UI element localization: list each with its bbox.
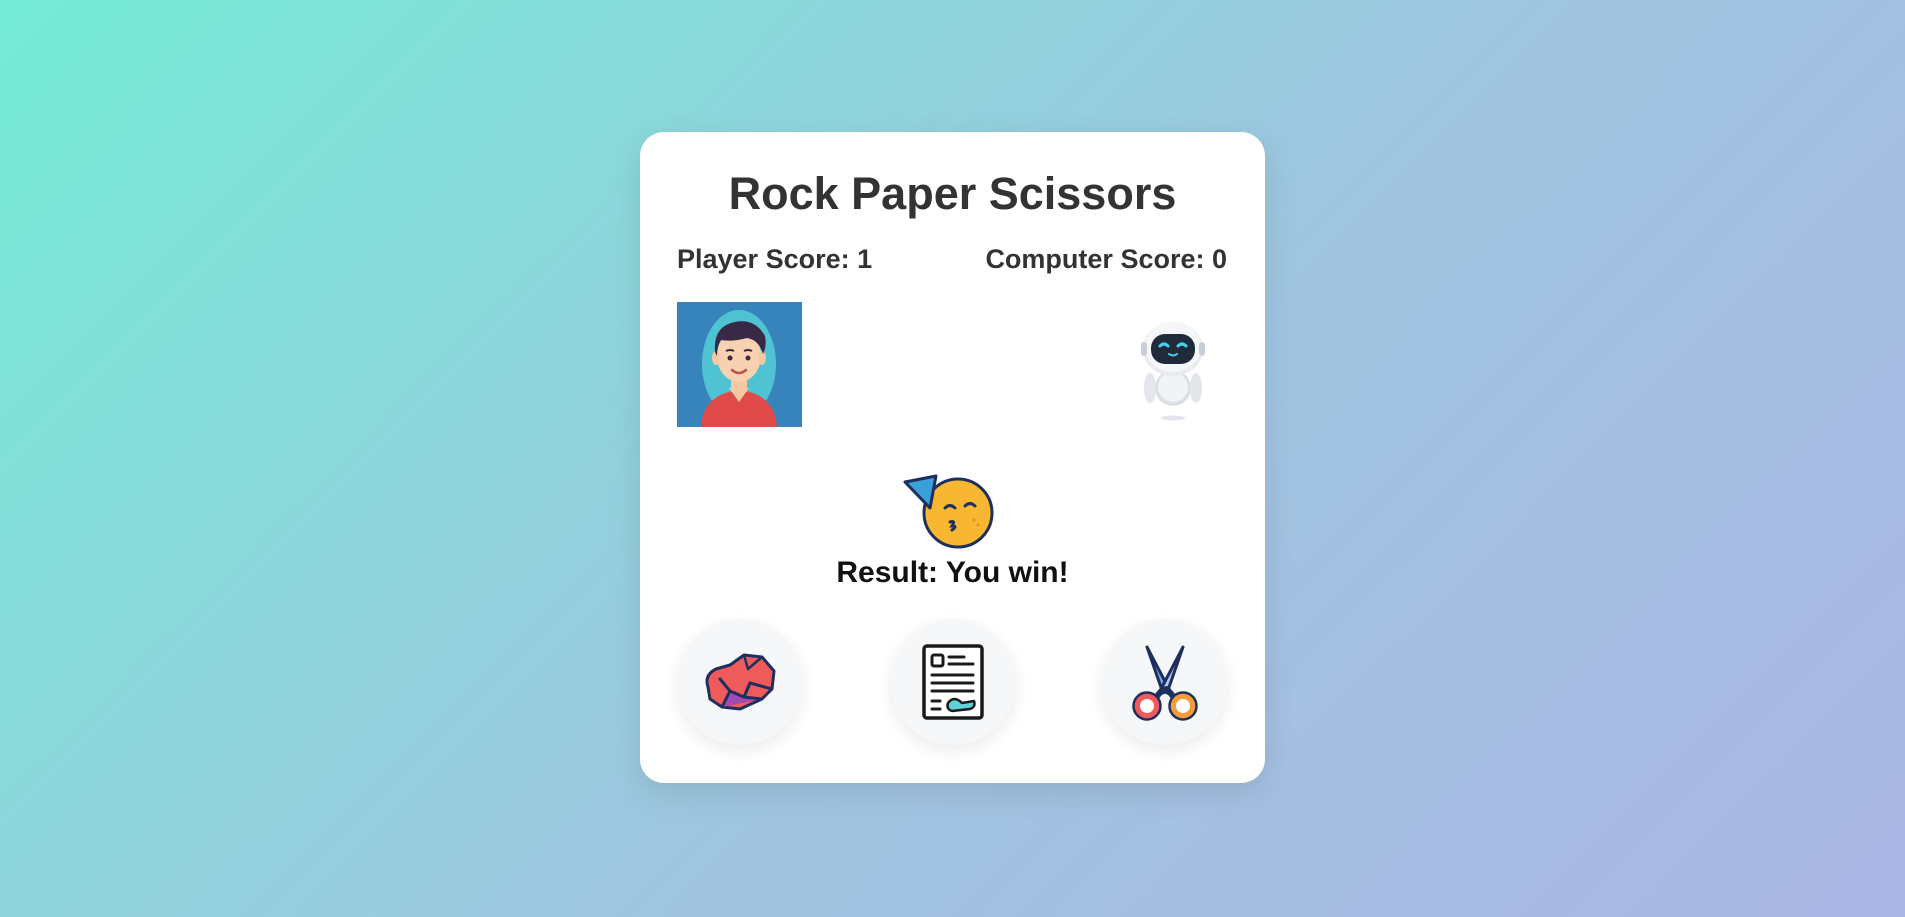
paper-icon — [922, 644, 984, 720]
game-card: Rock Paper Scissors Player Score: 1 Comp… — [640, 132, 1265, 783]
rock-button[interactable] — [677, 619, 803, 745]
player-score: Player Score: 1 — [677, 244, 873, 274]
party-emoji-icon — [902, 470, 1002, 552]
scissors-icon — [1132, 645, 1198, 721]
result-text: Result: You win! — [836, 556, 1069, 589]
robot-icon — [1118, 312, 1228, 422]
page-title: Rock Paper Scissors — [728, 168, 1177, 219]
person-avatar-icon — [677, 302, 802, 427]
rock-icon — [705, 653, 776, 711]
scissors-button[interactable] — [1102, 619, 1228, 745]
paper-button[interactable] — [890, 619, 1016, 745]
computer-score: Computer Score: 0 — [985, 244, 1227, 274]
